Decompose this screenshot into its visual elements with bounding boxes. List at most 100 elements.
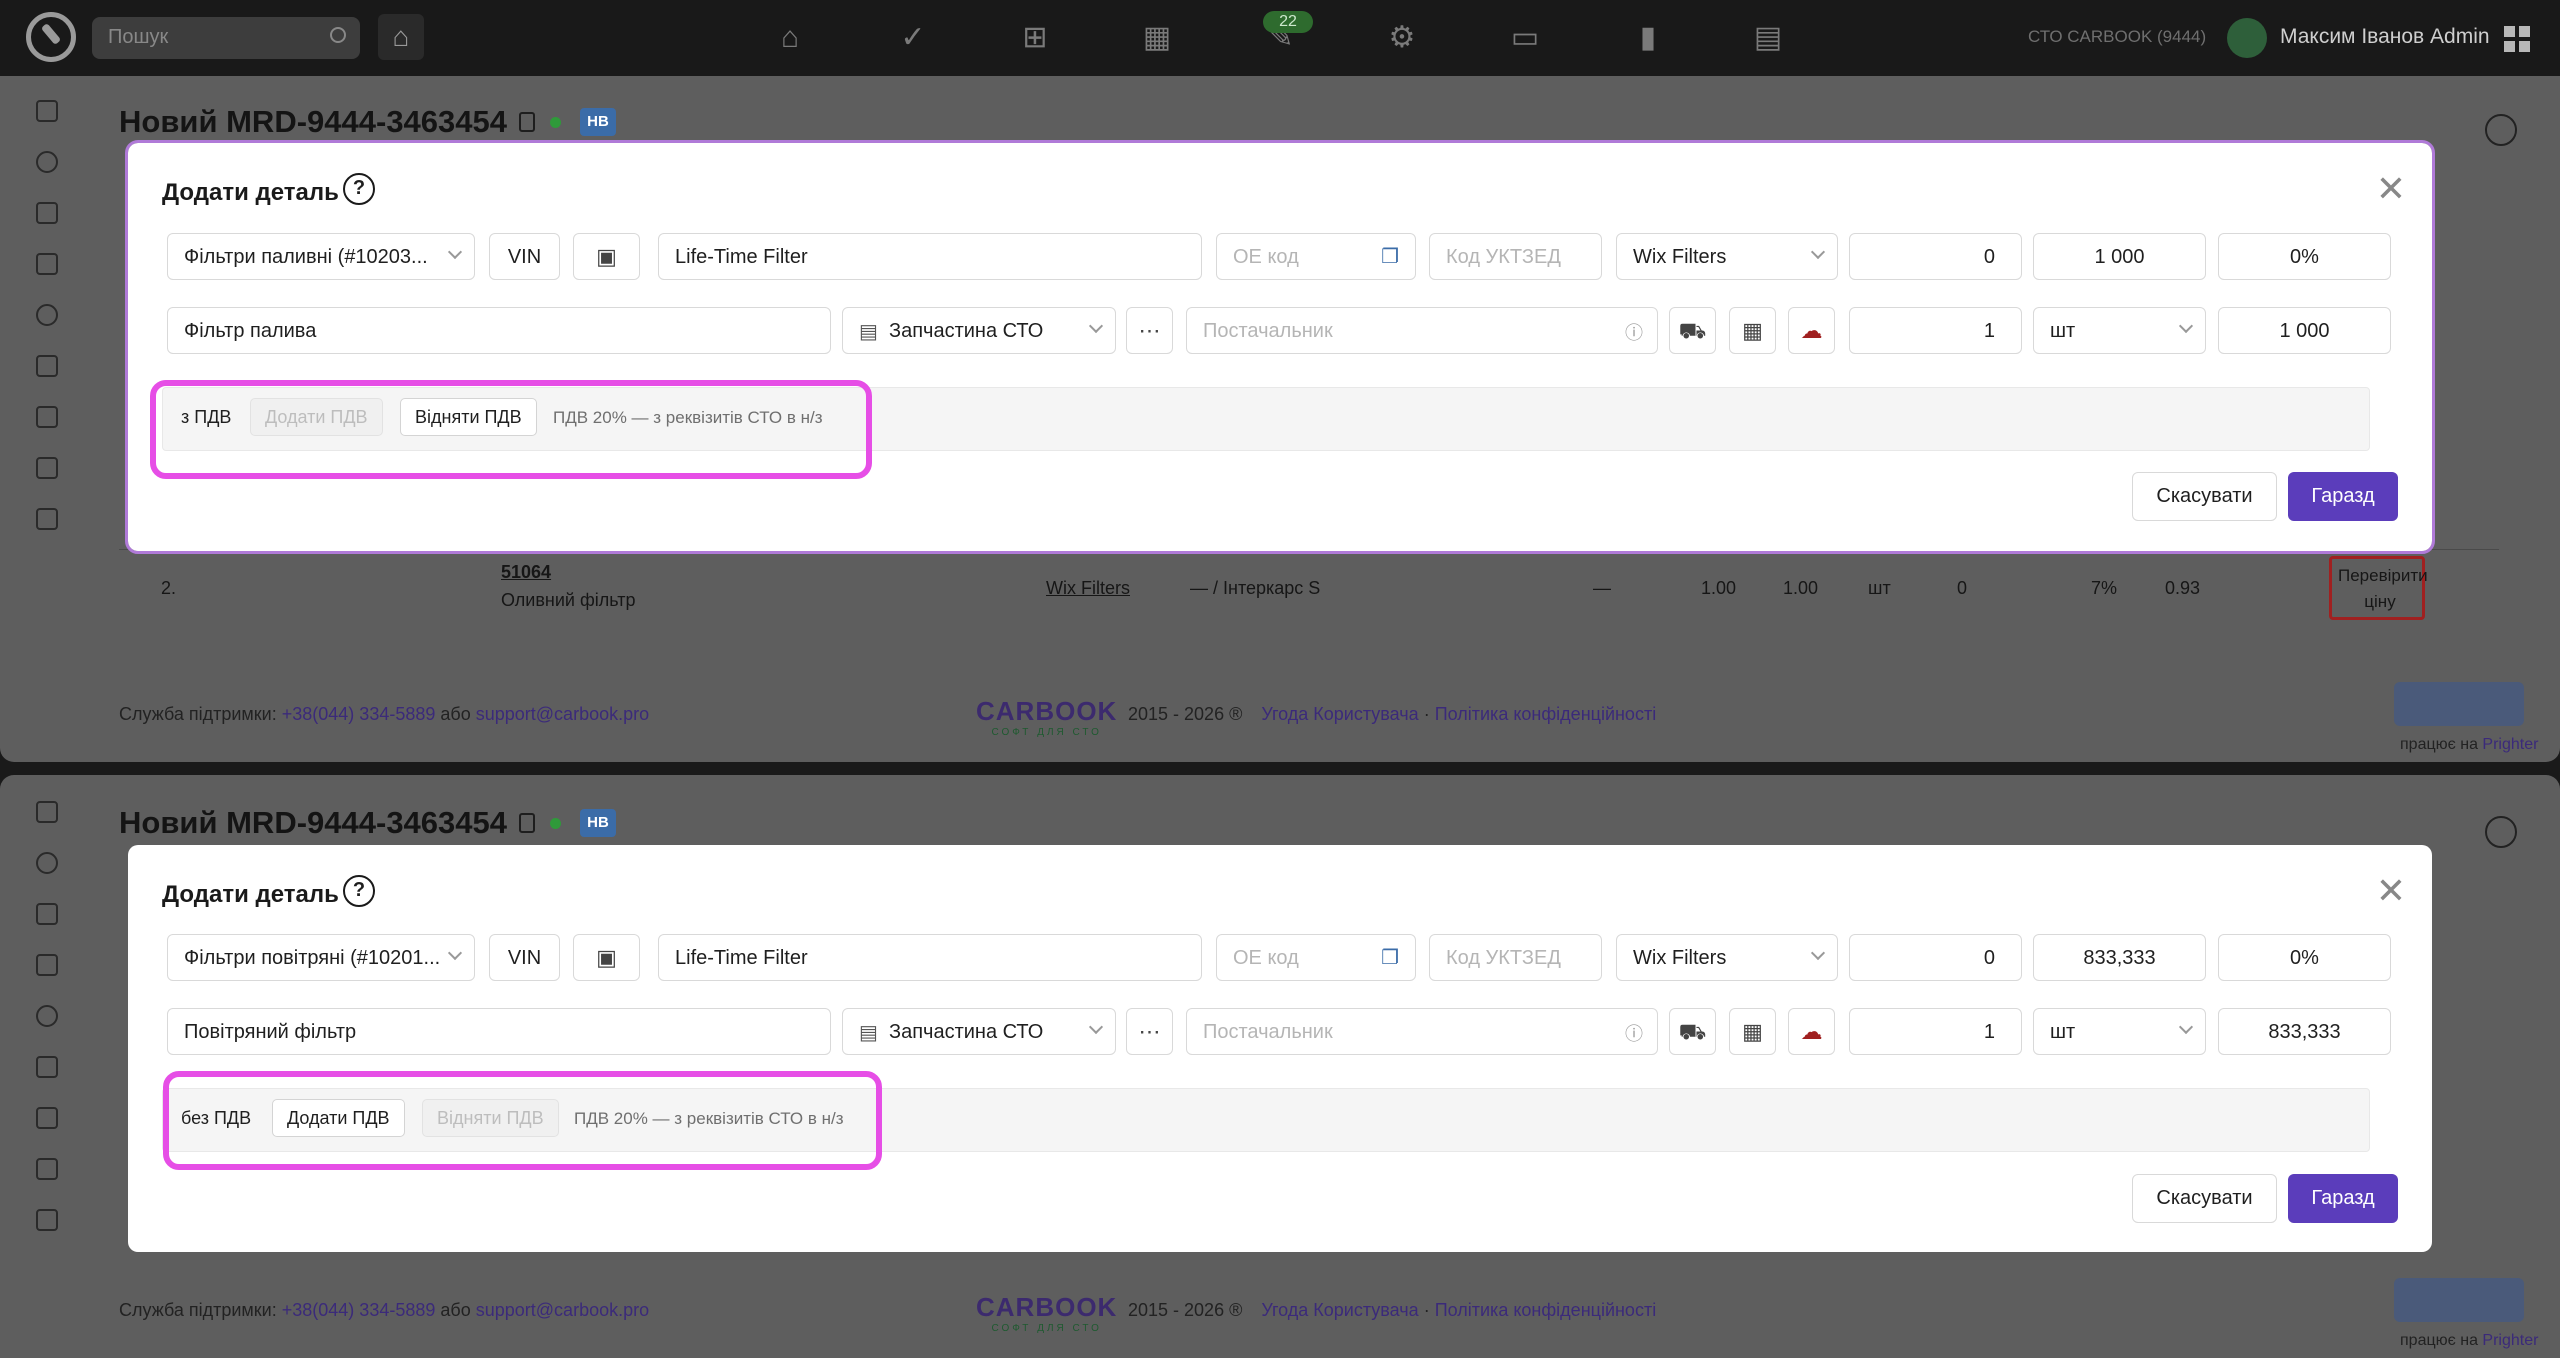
cancel-button[interactable]: Скасувати <box>2132 472 2277 521</box>
footer-email-link[interactable]: support@carbook.pro <box>476 1300 649 1320</box>
gdpr-badge[interactable] <box>2394 682 2524 726</box>
car-image-icon[interactable]: ▣ <box>573 934 640 981</box>
prighter-link[interactable]: Prighter <box>2482 1332 2538 1349</box>
brand-name-input[interactable]: Life-Time Filter <box>658 233 1202 280</box>
sidebar-inbox-icon[interactable] <box>36 202 58 224</box>
cancel-button[interactable]: Скасувати <box>2132 1174 2277 1223</box>
apps-grid-icon[interactable] <box>2504 26 2530 52</box>
sidebar-orders-icon[interactable] <box>36 954 58 976</box>
app-logo-icon[interactable] <box>26 12 76 62</box>
sidebar-dashboard-icon[interactable] <box>36 801 58 823</box>
close-icon[interactable]: ✕ <box>2376 171 2406 207</box>
purchase-price-input[interactable]: 0 <box>1849 233 2022 280</box>
settings-gears-icon[interactable]: ⚙ <box>1384 20 1420 56</box>
user-name[interactable]: Максим Іванов Admin <box>2280 25 2490 49</box>
copy-icon[interactable]: ❐ <box>1381 244 1399 269</box>
help-icon[interactable] <box>2485 816 2517 848</box>
sum-input[interactable]: 833,333 <box>2218 1008 2391 1055</box>
uktzed-code-input[interactable]: Код УКТЗЕД <box>1429 233 1602 280</box>
check-price-button[interactable]: Перевірити ціну <box>2329 556 2428 620</box>
folder-icon[interactable]: ▭ <box>1507 20 1543 56</box>
sidebar-employees-icon[interactable] <box>36 406 58 428</box>
calendar-icon[interactable]: ▦ <box>1139 20 1175 56</box>
sidebar-gauge-icon[interactable] <box>36 151 58 173</box>
stock-boxes-icon[interactable]: ▦ <box>1729 307 1776 354</box>
stock-boxes-icon[interactable]: ▦ <box>1729 1008 1776 1055</box>
supplier-input[interactable]: Постачальник ⓘ <box>1186 307 1658 354</box>
ok-button[interactable]: Гаразд <box>2288 1174 2398 1223</box>
search-input[interactable]: Пошук <box>92 17 360 59</box>
close-icon[interactable]: ✕ <box>2376 873 2406 909</box>
sidebar-reports-icon[interactable] <box>36 355 58 377</box>
part-type-select[interactable]: ▤ Запчастина СТО <box>842 1008 1116 1055</box>
sidebar-catalog-icon[interactable] <box>36 508 58 530</box>
delivery-truck-icon[interactable]: ⛟ <box>1669 1008 1716 1055</box>
sidebar-clients-icon[interactable] <box>36 1005 58 1027</box>
footer-phone-link[interactable]: +38(044) 334-5889 <box>282 704 436 724</box>
terms-link[interactable]: Угода Користувача <box>1261 704 1418 724</box>
part-brand[interactable]: Wix Filters <box>1046 578 1130 599</box>
prighter-link[interactable]: Prighter <box>2482 736 2538 753</box>
part-code[interactable]: 51064 <box>501 562 551 583</box>
home-icon[interactable]: ⌂ <box>772 20 808 56</box>
copy-icon[interactable] <box>519 813 535 833</box>
unit-select[interactable]: шт <box>2033 1008 2206 1055</box>
sidebar-clients-icon[interactable] <box>36 304 58 326</box>
part-name-input[interactable]: Фільтр палива <box>167 307 831 354</box>
car-image-icon[interactable]: ▣ <box>573 233 640 280</box>
sidebar-tools-icon[interactable] <box>36 1158 58 1180</box>
part-name-input[interactable]: Повітряний фільтр <box>167 1008 831 1055</box>
comment-icon[interactable]: ⋯ <box>1126 1008 1173 1055</box>
brand-name-input[interactable]: Life-Time Filter <box>658 934 1202 981</box>
delivery-truck-icon[interactable]: ⛟ <box>1669 307 1716 354</box>
new-document-icon[interactable]: ⊞ <box>1017 20 1053 56</box>
oe-code-input[interactable]: ОЕ код ❐ <box>1216 233 1416 280</box>
manufacturer-select[interactable]: Wix Filters <box>1616 233 1838 280</box>
footer-phone-link[interactable]: +38(044) 334-5889 <box>282 1300 436 1320</box>
manufacturer-select[interactable]: Wix Filters <box>1616 934 1838 981</box>
discount-input[interactable]: 0% <box>2218 233 2391 280</box>
help-icon[interactable]: ? <box>343 173 375 205</box>
check-circle-icon[interactable]: ✓ <box>895 20 931 56</box>
footer-email-link[interactable]: support@carbook.pro <box>476 704 649 724</box>
vin-button[interactable]: VIN <box>489 233 560 280</box>
group-select[interactable]: Фільтри паливні (#10203... <box>167 233 475 280</box>
oe-code-input[interactable]: ОЕ код ❐ <box>1216 934 1416 981</box>
sale-price-input[interactable]: 1 000 <box>2033 233 2206 280</box>
discount-input[interactable]: 0% <box>2218 934 2391 981</box>
bar-chart-icon[interactable]: ▮ <box>1630 20 1666 56</box>
help-icon[interactable]: ? <box>343 875 375 907</box>
group-select[interactable]: Фільтри повітряні (#10201... <box>167 934 475 981</box>
sidebar-tools-icon[interactable] <box>36 457 58 479</box>
uktzed-code-input[interactable]: Код УКТЗЕД <box>1429 934 1602 981</box>
sidebar-gauge-icon[interactable] <box>36 852 58 874</box>
sidebar-orders-icon[interactable] <box>36 253 58 275</box>
quantity-input[interactable]: 1 <box>1849 307 2022 354</box>
sidebar-reports-icon[interactable] <box>36 1056 58 1078</box>
vin-button[interactable]: VIN <box>489 934 560 981</box>
privacy-link[interactable]: Політика конфіденційності <box>1435 1300 1656 1320</box>
cloud-icon[interactable]: ☁ <box>1788 1008 1835 1055</box>
comment-icon[interactable]: ⋯ <box>1126 307 1173 354</box>
privacy-link[interactable]: Політика конфіденційності <box>1435 704 1656 724</box>
sidebar-employees-icon[interactable] <box>36 1107 58 1129</box>
copy-icon[interactable] <box>519 112 535 132</box>
sidebar-catalog-icon[interactable] <box>36 1209 58 1231</box>
gdpr-badge[interactable] <box>2394 1278 2524 1322</box>
ok-button[interactable]: Гаразд <box>2288 472 2398 521</box>
part-supplier[interactable]: — / Інтеркарс S <box>1190 578 1320 599</box>
help-icon[interactable] <box>2485 114 2517 146</box>
terms-link[interactable]: Угода Користувача <box>1261 1300 1418 1320</box>
user-avatar[interactable] <box>2227 18 2267 58</box>
unit-select[interactable]: шт <box>2033 307 2206 354</box>
quantity-input[interactable]: 1 <box>1849 1008 2022 1055</box>
sum-input[interactable]: 1 000 <box>2218 307 2391 354</box>
purchase-price-input[interactable]: 0 <box>1849 934 2022 981</box>
copy-icon[interactable]: ❐ <box>1381 945 1399 970</box>
cloud-icon[interactable]: ☁ <box>1788 307 1835 354</box>
cash-register-icon[interactable]: ▤ <box>1750 20 1786 56</box>
sale-price-input[interactable]: 833,333 <box>2033 934 2206 981</box>
part-type-select[interactable]: ▤ Запчастина СТО <box>842 307 1116 354</box>
bank-icon[interactable]: ⌂ <box>378 14 424 60</box>
supplier-input[interactable]: Постачальник ⓘ <box>1186 1008 1658 1055</box>
